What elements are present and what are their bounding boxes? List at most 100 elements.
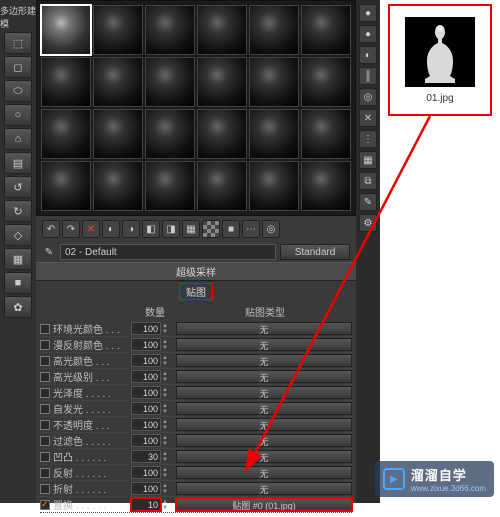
spinner-down-icon[interactable]: ▼ (162, 377, 170, 383)
map-amount-spinner[interactable] (131, 386, 161, 399)
tool-btn-11[interactable]: ✿ (4, 296, 32, 318)
material-slot[interactable] (197, 5, 247, 55)
map-amount-spinner[interactable] (131, 354, 161, 367)
spinner-down-icon[interactable]: ▼ (162, 425, 170, 431)
map-amount-spinner[interactable] (131, 338, 161, 351)
rtool-7[interactable]: ▦ (359, 151, 377, 169)
material-slot[interactable] (249, 5, 299, 55)
material-name-input[interactable] (60, 244, 276, 260)
material-slot[interactable] (249, 109, 299, 159)
map-enable-checkbox[interactable] (40, 468, 50, 478)
material-slot[interactable] (41, 161, 91, 211)
map-slot-button[interactable]: 无 (176, 434, 352, 447)
material-slot[interactable] (145, 161, 195, 211)
material-slot[interactable] (145, 109, 195, 159)
map-slot-button[interactable]: 无 (176, 450, 352, 463)
material-slot[interactable] (197, 109, 247, 159)
material-slot[interactable] (301, 161, 351, 211)
material-slot[interactable] (301, 5, 351, 55)
map-enable-checkbox[interactable] (40, 452, 50, 462)
material-slot[interactable] (145, 57, 195, 107)
rtool-2[interactable]: ◐ (359, 46, 377, 64)
spinner-down-icon[interactable]: ▼ (162, 345, 170, 351)
rtool-3[interactable]: ║ (359, 67, 377, 85)
map-slot-button[interactable]: 贴图 #0 (01.jpg) (176, 498, 352, 511)
tool-btn-9[interactable]: ▦ (4, 248, 32, 270)
mtl-tool-delete[interactable]: ✕ (82, 220, 100, 238)
map-slot-button[interactable]: 无 (176, 322, 352, 335)
map-amount-spinner[interactable] (131, 482, 161, 495)
spinner-down-icon[interactable]: ▼ (162, 409, 170, 415)
map-slot-button[interactable]: 无 (176, 386, 352, 399)
rtool-6[interactable]: ⋮ (359, 130, 377, 148)
mtl-tool-7[interactable]: ▦ (182, 220, 200, 238)
spinner-down-icon[interactable]: ▼ (162, 361, 170, 367)
map-enable-checkbox[interactable] (40, 356, 50, 366)
material-slot[interactable] (93, 5, 143, 55)
map-slot-button[interactable]: 无 (176, 338, 352, 351)
rtool-5[interactable]: ✕ (359, 109, 377, 127)
mtl-tool-1[interactable]: ↷ (62, 220, 80, 238)
spinner-down-icon[interactable]: ▼ (162, 473, 170, 479)
spinner-down-icon[interactable]: ▼ (162, 457, 170, 463)
spinner-down-icon[interactable]: ▼ (162, 393, 170, 399)
map-amount-spinner[interactable] (131, 402, 161, 415)
rtool-4[interactable]: ◎ (359, 88, 377, 106)
material-slot[interactable] (41, 57, 91, 107)
material-slot[interactable] (249, 161, 299, 211)
rtool-0[interactable]: ● (359, 4, 377, 22)
map-enable-checkbox[interactable] (40, 404, 50, 414)
material-slot[interactable] (93, 161, 143, 211)
rollout-supersampling[interactable]: 超级采样 (36, 262, 356, 281)
material-slot[interactable] (145, 5, 195, 55)
tool-btn-6[interactable]: ↺ (4, 176, 32, 198)
tool-btn-4[interactable]: ⌂ (4, 128, 32, 150)
map-amount-spinner[interactable] (131, 370, 161, 383)
spinner-down-icon[interactable]: ▼ (162, 441, 170, 447)
map-slot-button[interactable]: 无 (176, 370, 352, 383)
mtl-tool-4[interactable]: ◑ (122, 220, 140, 238)
material-slot[interactable] (249, 57, 299, 107)
map-slot-button[interactable]: 无 (176, 482, 352, 495)
tool-btn-1[interactable]: ◻ (4, 56, 32, 78)
mtl-tool-11[interactable]: ◎ (262, 220, 280, 238)
spinner-down-icon[interactable]: ▼ (162, 329, 170, 335)
map-enable-checkbox[interactable] (40, 372, 50, 382)
map-enable-checkbox[interactable] (40, 500, 50, 510)
map-enable-checkbox[interactable] (40, 340, 50, 350)
file-thumbnail[interactable]: 01.jpg (388, 4, 492, 116)
shader-type-button[interactable]: Standard (280, 244, 350, 260)
spinner-down-icon[interactable]: ▼ (162, 505, 170, 511)
map-enable-checkbox[interactable] (40, 324, 50, 334)
map-amount-spinner[interactable] (131, 434, 161, 447)
map-slot-button[interactable]: 无 (176, 466, 352, 479)
mtl-tool-6[interactable]: ◨ (162, 220, 180, 238)
mtl-tool-9[interactable]: ■ (222, 220, 240, 238)
material-slot[interactable] (41, 5, 91, 55)
material-slot[interactable] (93, 109, 143, 159)
map-slot-button[interactable]: 无 (176, 402, 352, 415)
tool-btn-3[interactable]: ○ (4, 104, 32, 126)
spinner-down-icon[interactable]: ▼ (162, 489, 170, 495)
map-amount-spinner[interactable] (131, 450, 161, 463)
rtool-10[interactable]: ⚙ (359, 214, 377, 232)
mtl-tool-10[interactable]: ⋯ (242, 220, 260, 238)
eyedropper-icon[interactable]: ✎ (42, 245, 56, 259)
map-enable-checkbox[interactable] (40, 420, 50, 430)
map-amount-spinner[interactable] (131, 498, 161, 511)
maps-rollout-header[interactable]: 贴图 (179, 283, 213, 300)
rtool-9[interactable]: ✎ (359, 193, 377, 211)
map-amount-spinner[interactable] (131, 418, 161, 431)
tool-btn-10[interactable]: ■ (4, 272, 32, 294)
material-slot[interactable] (197, 161, 247, 211)
tool-btn-0[interactable]: ⬚ (4, 32, 32, 54)
mtl-tool-0[interactable]: ↶ (42, 220, 60, 238)
map-enable-checkbox[interactable] (40, 436, 50, 446)
material-slot[interactable] (197, 57, 247, 107)
mtl-tool-3[interactable]: ◐ (102, 220, 120, 238)
mtl-tool-checker[interactable] (202, 220, 220, 238)
map-enable-checkbox[interactable] (40, 484, 50, 494)
material-slot[interactable] (301, 109, 351, 159)
tool-btn-7[interactable]: ↻ (4, 200, 32, 222)
map-amount-spinner[interactable] (131, 466, 161, 479)
